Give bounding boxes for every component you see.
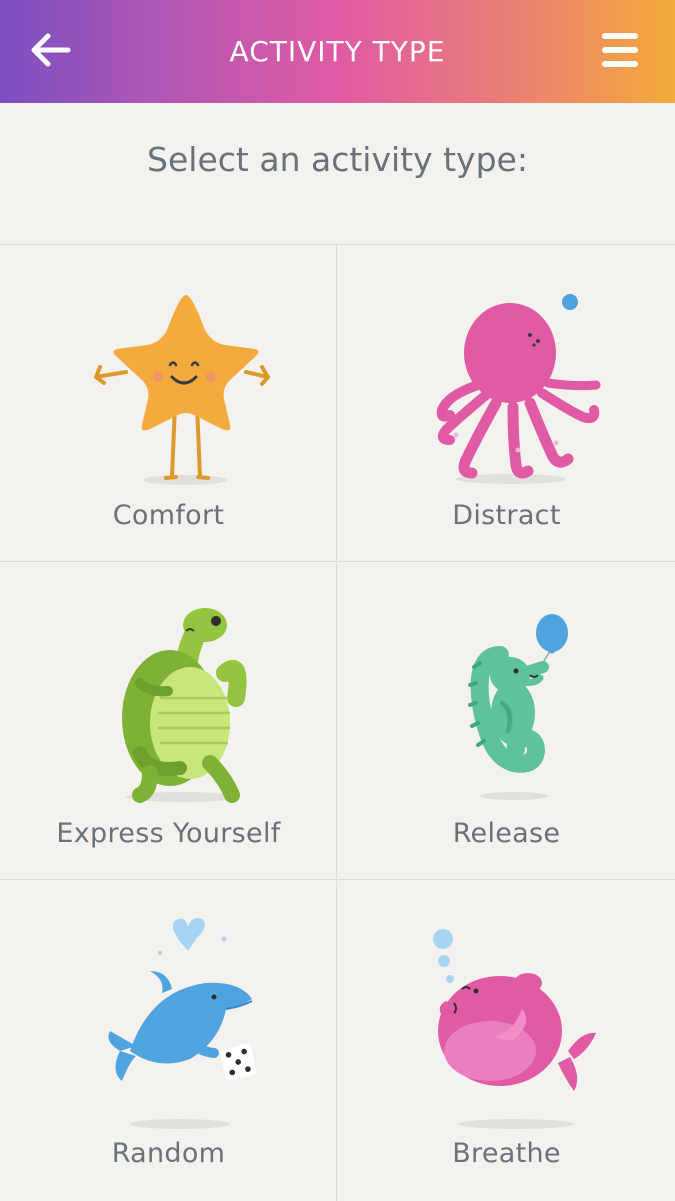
activity-grid: Comfort Distract Express Yourself Releas… [0,244,675,1201]
turtle-icon [122,608,247,803]
starfish-icon [94,295,270,485]
top-bar: ACTIVITY TYPE [0,0,675,103]
back-button[interactable] [24,26,76,78]
activity-random[interactable]: Random [0,881,337,1201]
hamburger-menu-icon [602,33,638,67]
activity-breathe[interactable]: Breathe [338,881,675,1201]
activity-label: Distract [452,500,561,531]
activity-label: Express Yourself [56,818,281,849]
activity-label: Release [452,818,561,849]
arrow-left-icon [31,33,71,67]
activity-label: Random [111,1138,226,1169]
activity-distract[interactable]: Distract [338,245,675,562]
activity-label: Breathe [452,1138,561,1169]
activity-release[interactable]: Release [338,563,675,880]
dolphin-icon [108,918,257,1129]
seahorse-icon [468,614,568,800]
whale-icon [433,929,596,1129]
activity-comfort[interactable]: Comfort [0,245,337,562]
menu-button[interactable] [596,28,644,72]
activity-express-yourself[interactable]: Express Yourself [0,563,337,880]
select-activity-prompt: Select an activity type: [147,140,528,179]
activity-label: Comfort [112,500,225,531]
octopus-icon [436,294,601,484]
page-title: ACTIVITY TYPE [229,35,446,68]
